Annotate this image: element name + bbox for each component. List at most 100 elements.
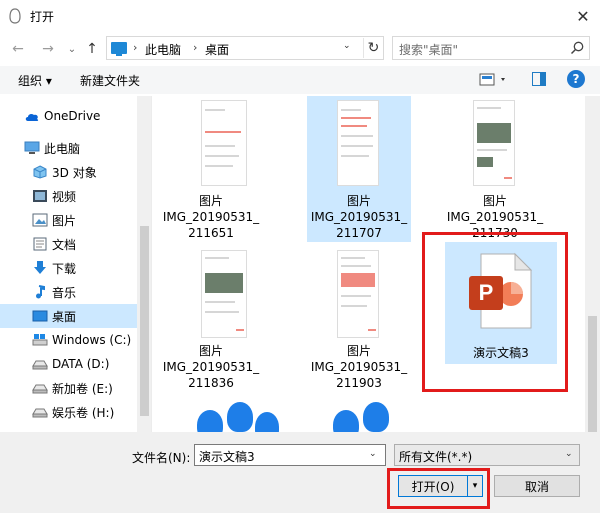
sidebar-item-label: DATA (D:) [52, 357, 110, 371]
cancel-button[interactable]: 取消 [494, 475, 580, 497]
sidebar-item-label: 音乐 [52, 285, 77, 300]
file-item-image-211903[interactable]: 图片 IMG_20190531_ 211903 [307, 246, 411, 390]
sidebar-item-pictures[interactable]: 图片 [0, 208, 137, 232]
system-drive-icon [32, 334, 48, 346]
document-icon [33, 237, 47, 251]
computer-icon [111, 42, 127, 56]
close-button[interactable]: ✕ [566, 0, 600, 32]
sidebar-item-3d-objects[interactable]: 3D 对象 [0, 160, 137, 184]
sidebar-item-music[interactable]: 音乐 [0, 280, 137, 304]
image-thumbnail [473, 100, 515, 186]
organize-button[interactable]: 组织 ▾ [18, 72, 52, 89]
cloud-icon [25, 113, 39, 121]
desktop-icon [32, 310, 48, 322]
filename-input[interactable]: 演示文稿3 ⌄ [194, 444, 386, 466]
file-item-image-211730[interactable]: 图片 IMG_20190531_ 211730 [443, 96, 547, 242]
file-name-line: IMG_20190531_ [162, 360, 260, 374]
command-bar: 组织 ▾ 新建文件夹 ? [0, 66, 600, 94]
breadcrumb-desktop[interactable]: 桌面 [205, 41, 229, 58]
refresh-button[interactable]: ↻ [363, 38, 383, 58]
sidebar-item-label: 图片 [52, 213, 77, 228]
dialog-footer: 文件名(N): 演示文稿3 ⌄ 所有文件(*.*) ⌄ 打开(O) ▾ 取消 [0, 432, 600, 513]
help-button[interactable]: ? [567, 70, 585, 88]
image-thumbnail [201, 100, 247, 186]
file-name-line: 211651 [188, 226, 234, 240]
file-name-line: 图片 [346, 344, 371, 358]
sidebar-item-onedrive[interactable]: OneDrive [0, 104, 137, 128]
sidebar-item-label: 下载 [52, 261, 77, 276]
filename-value[interactable]: 演示文稿3 [199, 448, 255, 465]
sidebar-item-drive-e[interactable]: 新加卷 (E:) [0, 376, 137, 400]
computer-icon [24, 141, 40, 154]
picture-icon [32, 213, 48, 227]
sidebar-item-documents[interactable]: 文档 [0, 232, 137, 256]
sidebar-item-label: 3D 对象 [52, 165, 97, 180]
music-icon [36, 285, 45, 299]
navigation-pane: OneDrive 此电脑 3D 对象 视频 图片 文档 下载 音乐 桌面 Win… [0, 96, 152, 432]
file-name-line: 211836 [188, 376, 234, 390]
file-name-line: 211903 [336, 376, 382, 390]
navigation-scrollbar-thumb[interactable] [140, 226, 149, 416]
recent-locations-button[interactable]: ⌄ [62, 39, 82, 59]
file-name-line: 图片 [198, 194, 223, 208]
file-name-line: 211707 [336, 226, 382, 240]
breadcrumb-separator: › [193, 41, 198, 54]
address-dropdown-button[interactable]: ⌄ [343, 41, 351, 51]
sidebar-item-label: 娱乐卷 (H:) [52, 405, 115, 420]
filetype-value: 所有文件(*.*) [399, 450, 473, 464]
file-name-line: 图片 [198, 344, 223, 358]
sidebar-item-drive-h[interactable]: 娱乐卷 (H:) [0, 400, 137, 424]
breadcrumb-this-pc[interactable]: 此电脑 [145, 41, 181, 58]
paw-image-thumbnail[interactable] [197, 402, 279, 432]
image-thumbnail [201, 250, 247, 338]
new-folder-button[interactable]: 新建文件夹 [80, 72, 140, 89]
search-input[interactable]: 搜索"桌面" [399, 41, 458, 58]
sidebar-item-desktop[interactable]: 桌面 [0, 304, 137, 328]
address-bar[interactable]: › 此电脑 › 桌面 ⌄ ↻ [106, 36, 384, 60]
sidebar-item-label: 新加卷 (E:) [52, 381, 113, 396]
paw-image-thumbnail[interactable] [333, 402, 393, 432]
file-item-image-211836[interactable]: 图片 IMG_20190531_ 211836 [159, 246, 263, 390]
preview-pane-icon[interactable] [532, 72, 546, 86]
sidebar-item-label: 文档 [52, 237, 77, 252]
sidebar-item-label: 此电脑 [44, 141, 81, 156]
search-icon[interactable] [569, 40, 585, 56]
image-thumbnail [337, 100, 379, 186]
highlight-box [387, 468, 490, 509]
file-name-line: IMG_20190531_ [446, 210, 544, 224]
drive-icon [32, 408, 48, 418]
filename-label: 文件名(N): [132, 451, 191, 465]
drive-icon [32, 360, 48, 370]
window-title: 打开 [30, 10, 55, 24]
cube-icon [33, 165, 47, 179]
sidebar-item-drive-d[interactable]: DATA (D:) [0, 352, 137, 376]
filetype-select[interactable]: 所有文件(*.*) ⌄ [394, 444, 580, 466]
download-icon [34, 261, 46, 274]
file-name-line: IMG_20190531_ [310, 210, 408, 224]
sidebar-item-downloads[interactable]: 下载 [0, 256, 137, 280]
sidebar-item-drive-c[interactable]: Windows (C:) [0, 328, 137, 352]
change-view-icon[interactable] [478, 71, 508, 89]
sidebar-item-label: Windows (C:) [52, 333, 132, 347]
file-name-line: IMG_20190531_ [162, 210, 260, 224]
file-name-line: 图片 [482, 194, 507, 208]
sidebar-item-videos[interactable]: 视频 [0, 184, 137, 208]
file-item-image-211651[interactable]: 图片 IMG_20190531_ 211651 [159, 96, 263, 242]
file-name-line: IMG_20190531_ [310, 360, 408, 374]
app-icon [9, 8, 21, 24]
drive-icon [32, 384, 48, 394]
up-button[interactable]: ↑ [82, 39, 102, 59]
chevron-down-icon[interactable]: ⌄ [369, 449, 377, 459]
back-button[interactable]: ← [8, 39, 28, 59]
title-bar: 打开 ✕ [0, 0, 600, 32]
sidebar-item-this-pc[interactable]: 此电脑 [0, 136, 137, 160]
sidebar-item-label: 视频 [52, 189, 77, 204]
image-thumbnail [337, 250, 379, 338]
file-list-scrollbar-thumb[interactable] [588, 316, 597, 432]
file-item-image-211707[interactable]: 图片 IMG_20190531_ 211707 [307, 96, 411, 242]
search-box[interactable]: 搜索"桌面" [392, 36, 590, 60]
highlight-box [422, 232, 568, 392]
chevron-down-icon[interactable]: ⌄ [565, 449, 573, 459]
forward-button[interactable]: → [38, 39, 58, 59]
sidebar-item-label: 桌面 [52, 309, 77, 324]
